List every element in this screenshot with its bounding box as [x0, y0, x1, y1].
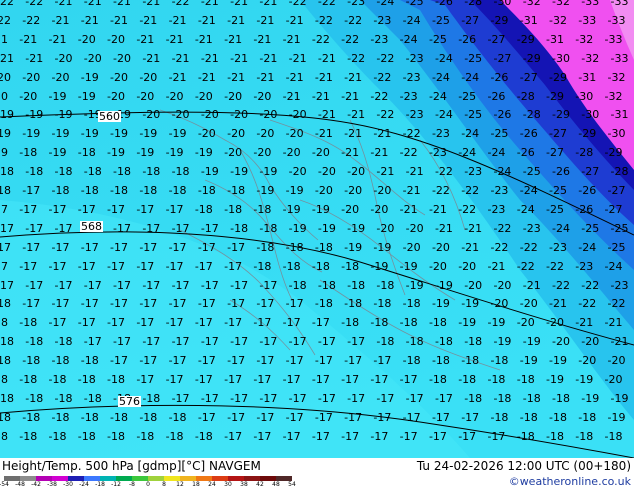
temperature-row: -18 -18 -18 -18 -17 -17 -17 -17 -17 -17 …: [0, 354, 634, 368]
legend-tick: 18: [192, 481, 200, 488]
legend-tick: -18: [95, 481, 105, 488]
legend-tick: 24: [208, 481, 216, 488]
temperature-row: -18 -18 -18 -18 -18 -18 -18 -19 -19 -19 …: [0, 165, 634, 179]
valid-time: Tu 24-02-2026 12:00 UTC (00+180): [416, 459, 631, 473]
legend-tick: 0: [146, 481, 150, 488]
temperature-row: -18 -17 -17 -17 -17 -17 -17 -17 -17 -17 …: [0, 297, 634, 311]
legend-tick: -54: [0, 481, 9, 488]
legend-tick: -42: [31, 481, 41, 488]
legend-tick: 30: [224, 481, 232, 488]
temperature-row: -18 -18 -18 -18 -18 -18 -18 -17 -17 -17 …: [0, 410, 634, 424]
site-credit[interactable]: ©weatheronline.co.uk: [509, 475, 631, 488]
legend-tick: -48: [15, 481, 25, 488]
temperature-row: -17 -17 -17 -17 -17 -17 -17 -18 -18 -18 …: [0, 202, 634, 216]
weather-map: -22 -22 -21 -21 -21 -21 -22 -21 -21 -21 …: [0, 0, 634, 458]
legend-tick: 54: [288, 481, 296, 488]
temperature-row: -17 -17 -17 -17 -17 -17 -17 -17 -17 -18 …: [0, 240, 634, 254]
temperature-row: -22 -22 -21 -21 -21 -21 -21 -21 -21 -21 …: [0, 13, 634, 27]
temperature-row: -18 -18 -18 -18 -18 -17 -17 -17 -17 -17 …: [0, 373, 634, 386]
temperature-row: -19 -19 -19 -19 -19 -19 -19 -20 -20 -20 …: [0, 127, 634, 141]
legend-tick: -24: [79, 481, 89, 488]
legend-tick: 38: [240, 481, 248, 488]
legend-tick-labels: -54 -48 -42 -38 -30 -24 -18 -12 -8 0 8 12 18 24 30 38 42…: [0, 481, 296, 489]
temperature-row: -21 -21 -21 -20 -20 -21 -21 -21 -21 -21 …: [0, 32, 634, 46]
temperature-row: -19 -18 -19 -18 -19 -19 -19 -19 -20 -20 …: [0, 146, 634, 160]
temperature-row: -18 -17 -18 -18 -18 -18 -18 -18 -18 -19 …: [0, 184, 634, 197]
legend-tick: -12: [111, 481, 121, 488]
temperature-row: -18 -18 -17 -17 -17 -17 -17 -17 -17 -17 …: [0, 316, 634, 330]
temperature-row: -19 -19 -19 -19 -19 -20 -20 -20 -20 -20 …: [0, 108, 634, 122]
legend-tick: 8: [162, 481, 166, 488]
temperature-row: -20 -20 -19 -19 -20 -20 -20 -20 -20 -20 …: [0, 89, 634, 103]
temperature-row: -18 -18 -18 -17 -17 -17 -17 -17 -17 -17 …: [0, 335, 634, 349]
temperature-row: -18 -18 -18 -18 -18 -18 -18 -18 -17 -17 …: [0, 429, 634, 443]
temperature-row: -17 -17 -17 -17 -17 -17 -17 -17 -17 -17 …: [0, 278, 634, 292]
contour-label-560: 560: [98, 110, 121, 123]
legend-tick: 12: [176, 481, 184, 488]
temperature-row: -21 -21 -20 -20 -20 -21 -21 -21 -21 -21 …: [0, 51, 634, 65]
temperature-row: -17 -17 -17 -17 -17 -17 -17 -17 -17 -18 …: [0, 259, 634, 273]
map-title: Height/Temp. 500 hPa [gdmp][°C] NAVGEM: [2, 459, 261, 473]
map-footer: Height/Temp. 500 hPa [gdmp][°C] NAVGEM T…: [0, 458, 634, 490]
contour-label-568: 568: [80, 220, 103, 233]
legend-tick: -30: [63, 481, 73, 488]
temperature-row: -20 -20 -20 -19 -20 -20 -21 -21 -21 -21 …: [0, 70, 634, 84]
legend-tick: 48: [272, 481, 280, 488]
contour-label-576: 576: [118, 395, 141, 408]
legend-tick: -38: [47, 481, 57, 488]
legend-tick: 42: [256, 481, 264, 488]
temperature-row: -18 -18 -18 -18 -18 -18 -17 -17 -17 -17 …: [0, 391, 634, 405]
legend-tick: -8: [129, 481, 135, 488]
temperature-row: -22 -22 -21 -21 -21 -21 -22 -21 -21 -21 …: [0, 0, 634, 8]
color-legend: -54 -48 -42 -38 -30 -24 -18 -12 -8 0 8 12 18 24 30 38 42…: [0, 476, 296, 489]
